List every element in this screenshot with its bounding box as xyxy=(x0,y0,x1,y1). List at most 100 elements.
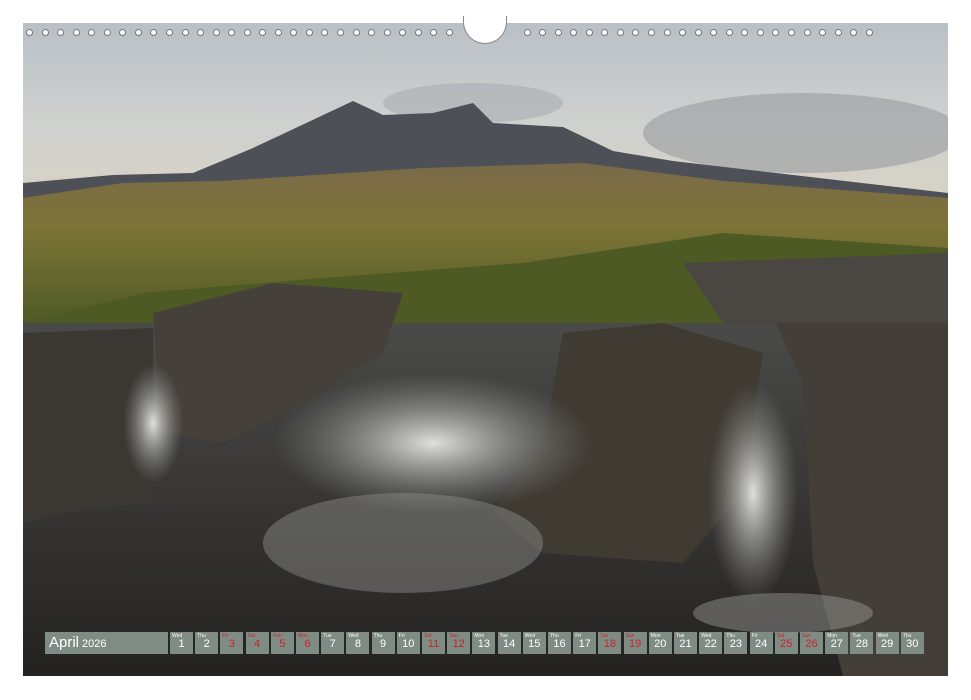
day-cell: Mon20 xyxy=(649,632,672,654)
day-number: 28 xyxy=(850,638,873,650)
binder-hole xyxy=(726,29,733,36)
day-cell: Fri24 xyxy=(750,632,773,654)
day-number: 3 xyxy=(220,638,243,650)
day-cell: Wed1 xyxy=(170,632,193,654)
day-cell: Fri3 xyxy=(220,632,243,654)
day-cell: Wed15 xyxy=(523,632,546,654)
day-number: 2 xyxy=(195,638,218,650)
binder-hole xyxy=(819,29,826,36)
binder-hole xyxy=(384,29,391,36)
binder-hole xyxy=(835,29,842,36)
month-label: April2026 xyxy=(45,632,168,654)
binder-hole xyxy=(290,29,297,36)
day-number: 18 xyxy=(598,638,621,650)
binder-hole xyxy=(337,29,344,36)
binder-hole xyxy=(368,29,375,36)
binder-hole xyxy=(710,29,717,36)
binder-hole xyxy=(57,29,64,36)
day-number: 20 xyxy=(649,638,672,650)
binder-hole xyxy=(259,29,266,36)
binder-hole xyxy=(150,29,157,36)
day-number: 11 xyxy=(422,638,445,650)
binder-hole xyxy=(648,29,655,36)
day-number: 24 xyxy=(750,638,773,650)
binder-hole xyxy=(182,29,189,36)
binder-hole xyxy=(244,29,251,36)
day-cell: Thu23 xyxy=(724,632,747,654)
binder-hole xyxy=(695,29,702,36)
day-cell: Tue28 xyxy=(850,632,873,654)
binder-hole xyxy=(788,29,795,36)
day-number: 15 xyxy=(523,638,546,650)
binder-hole xyxy=(415,29,422,36)
day-cell: Mon27 xyxy=(825,632,848,654)
binder-hole xyxy=(88,29,95,36)
day-number: 10 xyxy=(397,638,420,650)
day-number: 23 xyxy=(724,638,747,650)
day-cell: Sat11 xyxy=(422,632,445,654)
day-number: 21 xyxy=(674,638,697,650)
day-number: 27 xyxy=(825,638,848,650)
day-number: 14 xyxy=(498,638,521,650)
binder-hole xyxy=(772,29,779,36)
binder-hole xyxy=(757,29,764,36)
binder-hole xyxy=(197,29,204,36)
year: 2026 xyxy=(82,638,106,650)
day-number: 4 xyxy=(246,638,269,650)
binder-hole xyxy=(539,29,546,36)
binder-hole xyxy=(617,29,624,36)
day-cell: Wed22 xyxy=(699,632,722,654)
binder-hole xyxy=(601,29,608,36)
day-number: 16 xyxy=(548,638,571,650)
binder-hole xyxy=(866,29,873,36)
day-cell: Tue21 xyxy=(674,632,697,654)
binder-hole xyxy=(850,29,857,36)
day-number: 30 xyxy=(901,638,924,650)
binder-hole xyxy=(632,29,639,36)
binder-hole xyxy=(73,29,80,36)
day-number: 19 xyxy=(624,638,647,650)
binder-hole xyxy=(679,29,686,36)
day-number: 12 xyxy=(447,638,470,650)
waterfall-mountain-photo xyxy=(23,23,948,676)
day-cell: Wed29 xyxy=(876,632,899,654)
day-number: 5 xyxy=(271,638,294,650)
binder-hole xyxy=(524,29,531,36)
day-number: 22 xyxy=(699,638,722,650)
day-cell: Thu16 xyxy=(548,632,571,654)
day-cell: Sat4 xyxy=(246,632,269,654)
binder-hole xyxy=(664,29,671,36)
day-number: 7 xyxy=(321,638,344,650)
binder-hole xyxy=(135,29,142,36)
binder-hole xyxy=(804,29,811,36)
day-cell: Sun26 xyxy=(800,632,823,654)
day-cell: Sun19 xyxy=(624,632,647,654)
binder-hole xyxy=(741,29,748,36)
day-cell: Thu9 xyxy=(372,632,395,654)
day-cell: Tue14 xyxy=(498,632,521,654)
day-cell: Sun5 xyxy=(271,632,294,654)
binder-hole xyxy=(570,29,577,36)
binder-hole xyxy=(42,29,49,36)
binder-hole xyxy=(119,29,126,36)
binder-hole xyxy=(399,29,406,36)
month-name: April xyxy=(49,634,79,651)
day-number: 17 xyxy=(573,638,596,650)
binder-hole xyxy=(306,29,313,36)
day-number: 26 xyxy=(800,638,823,650)
day-cell: Fri10 xyxy=(397,632,420,654)
binder-hole xyxy=(275,29,282,36)
day-number: 13 xyxy=(472,638,495,650)
day-cell: Mon6 xyxy=(296,632,319,654)
binder-hole xyxy=(555,29,562,36)
day-number: 29 xyxy=(876,638,899,650)
binder-hole xyxy=(26,29,33,36)
binder-hole xyxy=(321,29,328,36)
binder-hole xyxy=(586,29,593,36)
day-number: 6 xyxy=(296,638,319,650)
binder-hole xyxy=(446,29,453,36)
day-cell: Sun12 xyxy=(447,632,470,654)
day-number: 9 xyxy=(372,638,395,650)
day-number: 25 xyxy=(775,638,798,650)
day-cell: Sat18 xyxy=(598,632,621,654)
